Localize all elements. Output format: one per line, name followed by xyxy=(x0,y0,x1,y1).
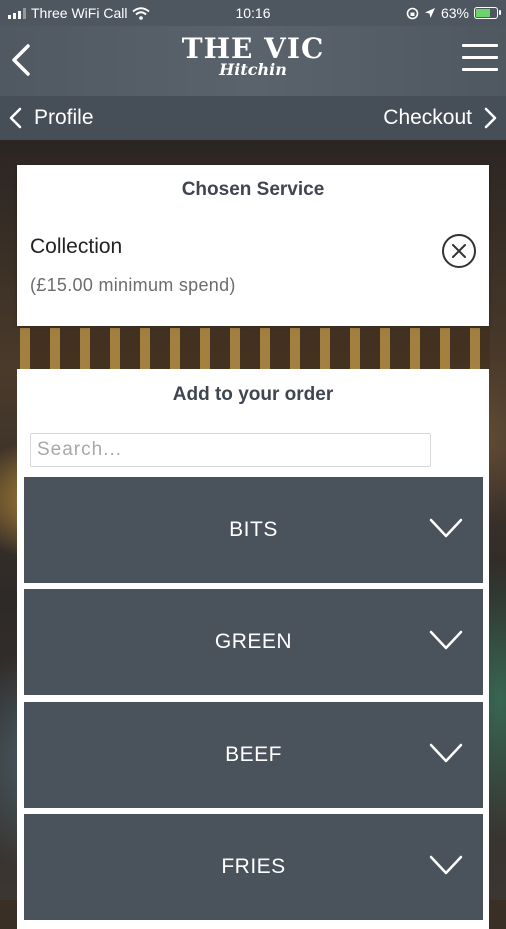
category-label: GREEN xyxy=(214,630,293,653)
rotation-lock-icon xyxy=(406,7,419,19)
status-bar: Three WiFi Call 10:16 63% xyxy=(0,0,506,26)
category-label: BEEF xyxy=(225,743,282,766)
battery-icon xyxy=(474,7,501,19)
battery-fill xyxy=(476,9,490,17)
category-bits[interactable]: BITS xyxy=(24,477,483,583)
checkout-link[interactable]: Checkout xyxy=(383,96,498,140)
category-label: BITS xyxy=(229,518,278,541)
profile-label: Profile xyxy=(34,106,94,129)
remove-service-button[interactable] xyxy=(442,234,476,268)
category-fries[interactable]: FRIES xyxy=(24,814,483,920)
service-name: Collection xyxy=(30,235,123,258)
category-green[interactable]: GREEN xyxy=(24,589,483,695)
menu-icon-bar xyxy=(462,56,498,59)
chevron-down-icon xyxy=(429,630,463,650)
profile-link[interactable]: Profile xyxy=(8,96,94,140)
chevron-left-icon xyxy=(9,107,22,129)
location-icon xyxy=(424,8,435,18)
category-beef[interactable]: BEEF xyxy=(24,702,483,808)
search-input[interactable] xyxy=(30,433,431,467)
minimum-spend: (£15.00 minimum spend) xyxy=(30,275,236,295)
category-label: FRIES xyxy=(221,855,286,878)
background-decoration xyxy=(20,328,490,370)
chevron-down-icon xyxy=(429,518,463,538)
chosen-service-title: Chosen Service xyxy=(181,179,325,200)
add-to-order-title: Add to your order xyxy=(172,384,334,405)
status-right: 63% xyxy=(406,5,501,21)
menu-icon-bar xyxy=(462,44,498,47)
logo-subtitle: Hitchin xyxy=(219,60,287,79)
brand-logo[interactable]: THE VIC Hitchin xyxy=(0,34,506,78)
app-header: THE VIC Hitchin xyxy=(0,26,506,96)
close-icon xyxy=(452,244,466,258)
chevron-down-icon xyxy=(429,743,463,763)
menu-icon-bar xyxy=(462,68,498,71)
chevron-down-icon xyxy=(429,855,463,875)
step-navigation: Profile Checkout xyxy=(0,96,506,140)
chosen-service-card: Chosen Service Collection (£15.00 minimu… xyxy=(17,165,489,326)
battery-percent: 63% xyxy=(440,5,469,21)
chevron-right-icon xyxy=(484,107,497,129)
add-to-order-card: Add to your order BITS GREEN BEEF FRIES xyxy=(17,369,489,929)
menu-button[interactable] xyxy=(462,44,498,74)
checkout-label: Checkout xyxy=(383,106,472,129)
